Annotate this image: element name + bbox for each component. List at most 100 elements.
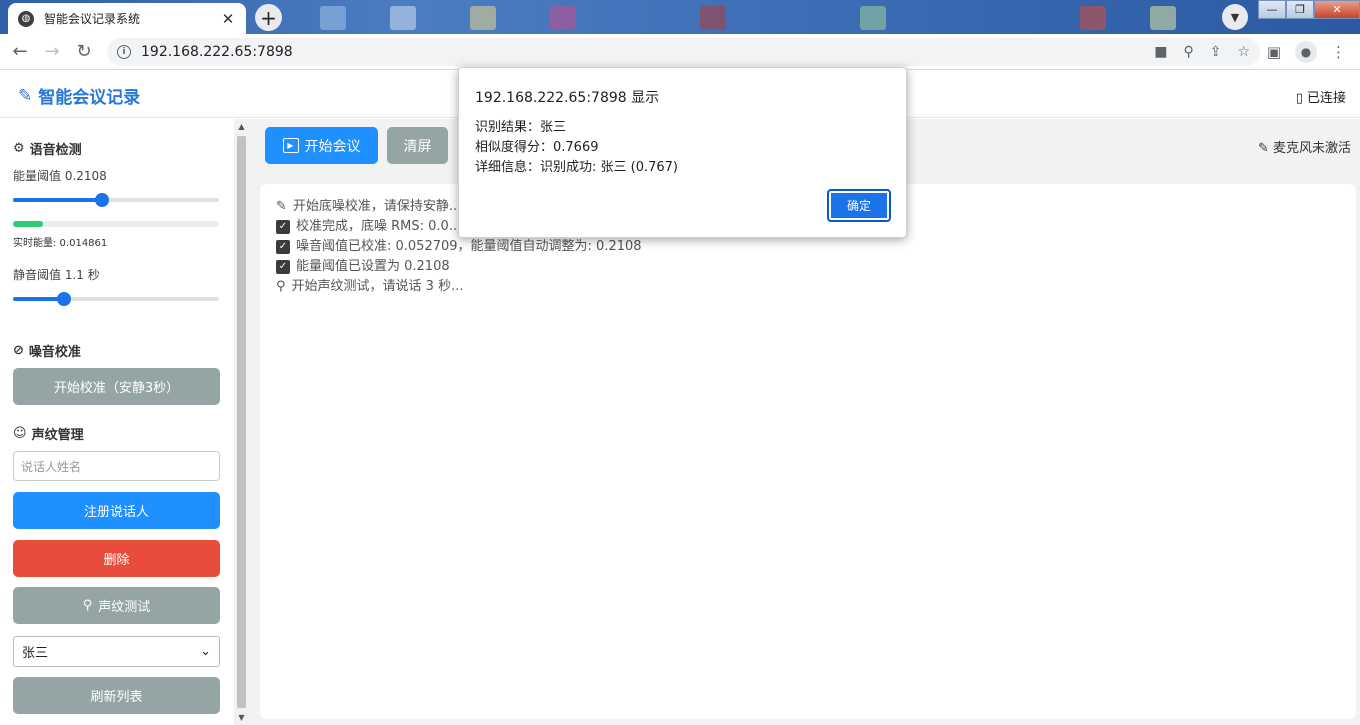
button-label: 声纹测试 bbox=[98, 600, 151, 615]
play-icon: ▶ bbox=[282, 138, 299, 153]
dialog-result-line: 识别结果：张三 bbox=[475, 120, 567, 135]
search-icon: ⚲ bbox=[82, 598, 93, 613]
check-icon: ✓ bbox=[276, 220, 290, 234]
sidebar-scrollbar[interactable]: ▲ ▼ bbox=[234, 119, 249, 725]
connection-text: 已连接 bbox=[1306, 91, 1346, 106]
restore-button[interactable]: ❐ bbox=[1286, 0, 1314, 19]
log-text: 开始声纹测试，请说话 3 秒... bbox=[291, 279, 464, 294]
voiceprint-test-button[interactable]: ⚲ 声纹测试 bbox=[13, 587, 220, 624]
meter-fill bbox=[13, 221, 43, 227]
gear-icon: ⚙ bbox=[13, 141, 25, 156]
desktop-decoration bbox=[470, 6, 496, 30]
sidebar: ⚙ 语音检测 能量阈值 0.2108 实时能量: 0.014861 静音阈值 1… bbox=[0, 119, 234, 725]
log-text: 开始底噪校准，请保持安静... bbox=[292, 199, 462, 214]
start-meeting-button[interactable]: ▶ 开始会议 bbox=[265, 127, 378, 164]
pencil-icon: ✎ bbox=[276, 199, 287, 214]
section-label: 声纹管理 bbox=[31, 428, 84, 443]
calibrate-button[interactable]: 开始校准（安静3秒） bbox=[13, 368, 220, 405]
desktop-decoration bbox=[1080, 6, 1106, 30]
menu-kebab-icon[interactable]: ⋮ bbox=[1331, 43, 1346, 61]
mic-status: ✎ 麦克风未激活 bbox=[1258, 137, 1351, 156]
window-close-button[interactable]: ✕ bbox=[1314, 0, 1360, 19]
dialog-score-line: 相似度得分：0.7669 bbox=[475, 140, 599, 155]
pencil-icon: ✎ bbox=[1257, 141, 1269, 156]
register-speaker-button[interactable]: 注册说话人 bbox=[13, 492, 220, 529]
new-tab-button[interactable]: + bbox=[255, 4, 282, 31]
desktop-decoration bbox=[390, 6, 416, 30]
side-panel-icon[interactable]: ▣ bbox=[1267, 43, 1281, 61]
globe-icon: ◍ bbox=[18, 10, 34, 27]
slider-knob[interactable] bbox=[57, 292, 71, 306]
alert-dialog: 192.168.222.65:7898 显示 识别结果：张三 相似度得分：0.7… bbox=[458, 67, 907, 238]
log-line: ⚲ 开始声纹测试，请说话 3 秒... bbox=[276, 277, 1340, 297]
camera-icon[interactable]: ■ bbox=[1154, 44, 1167, 60]
log-text: 能量阈值已设置为 0.2108 bbox=[296, 259, 450, 274]
bookmark-star-icon[interactable]: ☆ bbox=[1237, 44, 1250, 60]
slider-knob[interactable] bbox=[95, 193, 109, 207]
button-label: 开始会议 bbox=[304, 138, 361, 155]
zoom-icon[interactable]: ⚲ bbox=[1183, 44, 1193, 60]
log-panel: ✎ 开始底噪校准，请保持安静... ✓ 校准完成，底噪 RMS: 0.0... … bbox=[260, 184, 1356, 719]
app-brand: ✎ 智能会议记录 bbox=[18, 83, 141, 109]
speaker-select[interactable]: 张三 ⌄ bbox=[13, 636, 220, 667]
silence-threshold-label: 静音阈值 1.1 秒 bbox=[13, 268, 100, 282]
voiceprint-title: ☺ 声纹管理 bbox=[13, 424, 84, 443]
slider-fill bbox=[13, 198, 102, 202]
check-icon: ✓ bbox=[276, 240, 290, 254]
log-line: ✓ 噪音阈值已校准: 0.052709，能量阈值自动调整为: 0.2108 bbox=[276, 237, 1340, 257]
refresh-list-button[interactable]: 刷新列表 bbox=[13, 677, 220, 714]
tab-title: 智能会议记录系统 bbox=[44, 12, 141, 26]
tab-search-icon[interactable]: ▼ bbox=[1222, 4, 1248, 30]
reload-icon[interactable]: ↻ bbox=[68, 41, 100, 62]
desktop-decoration bbox=[1150, 6, 1176, 30]
user-icon: ☺ bbox=[13, 426, 27, 441]
search-icon: ⚲ bbox=[276, 279, 286, 294]
dialog-title: 192.168.222.65:7898 显示 bbox=[475, 90, 660, 106]
voice-detect-title: ⚙ 语音检测 bbox=[13, 139, 82, 158]
browser-tab[interactable]: ◍ 智能会议记录系统 ✕ bbox=[8, 3, 246, 34]
desktop-decoration bbox=[320, 6, 346, 30]
connection-status: ▯ 已连接 bbox=[1296, 87, 1346, 106]
section-label: 噪音校准 bbox=[28, 345, 81, 360]
chevron-down-icon: ⌄ bbox=[200, 644, 211, 659]
address-url: 192.168.222.65:7898 bbox=[141, 44, 293, 60]
scroll-up-icon[interactable]: ▲ bbox=[234, 119, 249, 134]
browser-toolbar: ← → ↻ i 192.168.222.65:7898 ■ ⚲ ⇪ ☆ ▣ ● … bbox=[0, 34, 1360, 70]
silence-threshold-slider[interactable] bbox=[13, 292, 219, 306]
share-icon[interactable]: ⇪ bbox=[1210, 44, 1222, 60]
log-text: 噪音阈值已校准: 0.052709，能量阈值自动调整为: 0.2108 bbox=[296, 239, 642, 254]
dialog-ok-button[interactable]: 确定 bbox=[827, 189, 891, 222]
log-line: ✓ 能量阈值已设置为 0.2108 bbox=[276, 257, 1340, 277]
address-bar[interactable]: i 192.168.222.65:7898 ■ ⚲ ⇪ ☆ bbox=[107, 38, 1260, 66]
profile-avatar-icon[interactable]: ● bbox=[1295, 41, 1317, 63]
dialog-detail-line: 详细信息：识别成功: 张三 (0.767) bbox=[475, 160, 679, 175]
window-controls: ▼ — ❐ ✕ bbox=[1222, 0, 1360, 30]
section-label: 语音检测 bbox=[29, 143, 82, 158]
site-info-icon[interactable]: i bbox=[117, 45, 131, 59]
scroll-thumb[interactable] bbox=[237, 136, 246, 708]
log-text: 校准完成，底噪 RMS: 0.0... bbox=[296, 219, 462, 234]
check-icon: ✓ bbox=[276, 260, 290, 274]
select-value: 张三 bbox=[22, 646, 49, 661]
delete-button[interactable]: 删除 bbox=[13, 540, 220, 577]
desktop-decoration bbox=[860, 6, 886, 30]
desktop-decoration bbox=[550, 6, 576, 30]
pencil-icon: ✎ bbox=[18, 85, 33, 106]
clear-screen-button[interactable]: 清屏 bbox=[387, 127, 448, 164]
energy-threshold-label: 能量阈值 0.2108 bbox=[13, 169, 107, 183]
scroll-down-icon[interactable]: ▼ bbox=[234, 710, 249, 725]
brand-title: 智能会议记录 bbox=[38, 88, 141, 108]
realtime-energy-meter bbox=[13, 221, 219, 227]
energy-threshold-slider[interactable] bbox=[13, 193, 219, 207]
realtime-energy-label: 实时能量: 0.014861 bbox=[13, 238, 108, 249]
browser-tabbar: ◍ 智能会议记录系统 ✕ + ▼ — ❐ ✕ bbox=[0, 0, 1360, 34]
minimize-button[interactable]: — bbox=[1258, 0, 1286, 19]
close-icon[interactable]: ✕ bbox=[220, 10, 236, 28]
back-icon[interactable]: ← bbox=[4, 41, 36, 62]
noise-calibration-title: ⊘ 噪音校准 bbox=[13, 341, 81, 360]
status-box-icon: ▯ bbox=[1295, 91, 1303, 106]
forward-icon[interactable]: → bbox=[36, 41, 68, 62]
speaker-name-input[interactable]: 说话人姓名 bbox=[13, 451, 220, 481]
desktop-decoration bbox=[700, 6, 726, 30]
mute-icon: ⊘ bbox=[13, 343, 24, 358]
